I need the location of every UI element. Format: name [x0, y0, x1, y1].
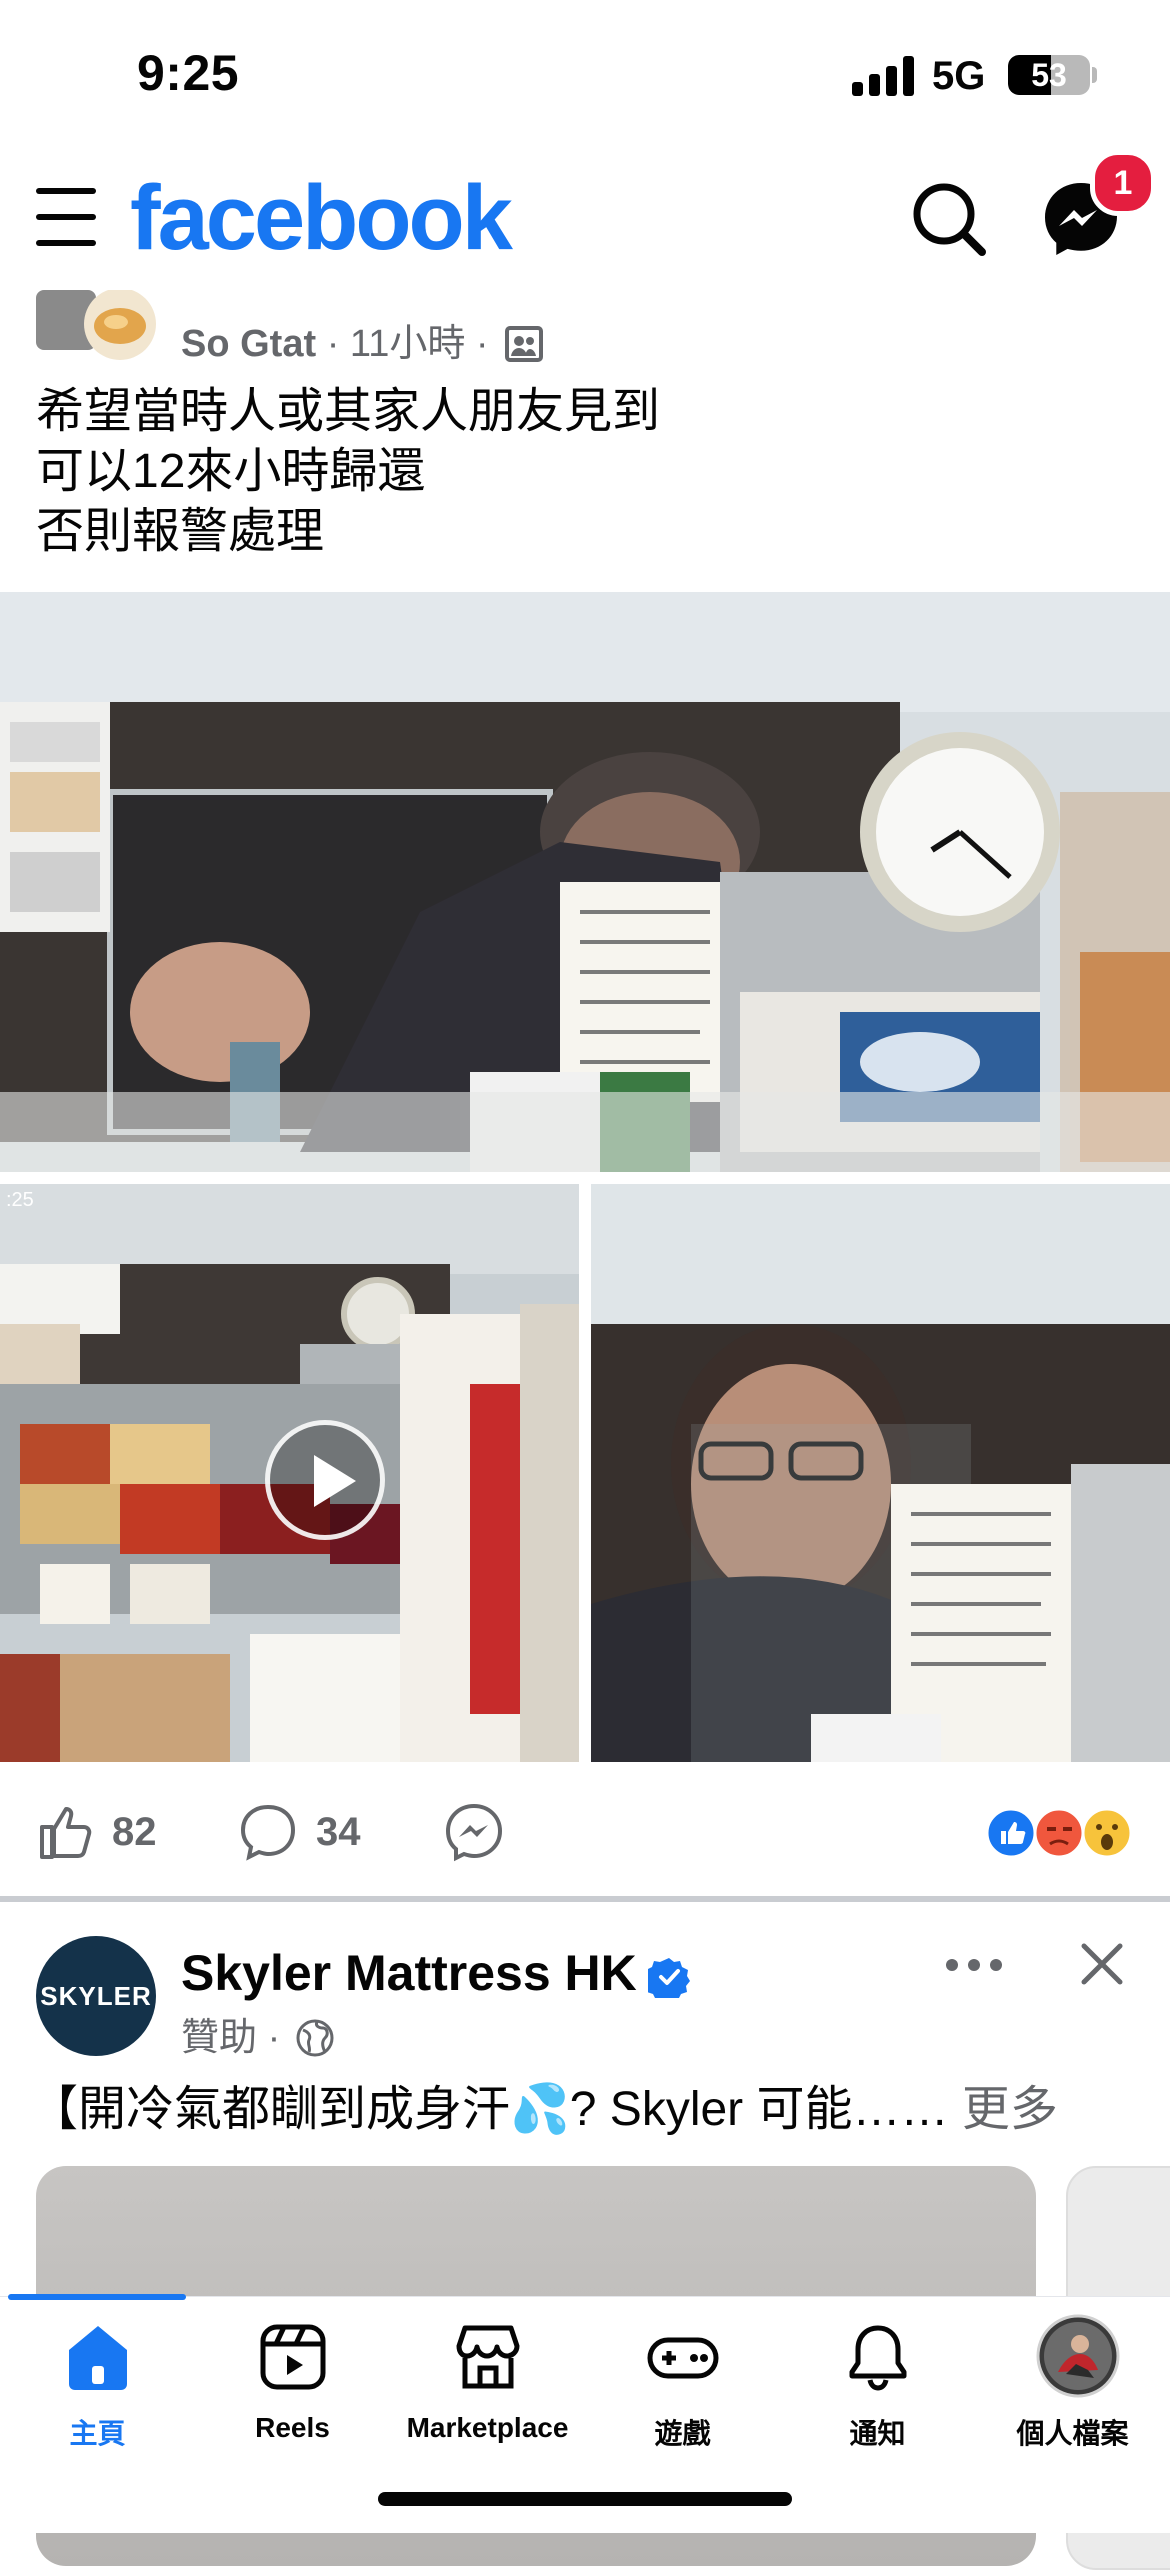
post-author[interactable]: So Gtat: [181, 323, 316, 365]
video-timestamp: :25: [6, 1189, 34, 1211]
profile-avatar: [1036, 2314, 1119, 2398]
nav-label: Reels: [255, 2412, 330, 2443]
comment-button[interactable]: 34: [238, 1800, 361, 1864]
see-more-link[interactable]: 更多: [962, 2083, 1058, 2136]
post-meta: So Gtat · 11小時 ·: [181, 312, 544, 367]
friends-audience-icon: [505, 326, 544, 362]
active-tab-indicator: [8, 2294, 186, 2300]
play-icon[interactable]: [265, 1420, 385, 1540]
facebook-logo[interactable]: facebook: [130, 168, 513, 268]
post-avatar[interactable]: [36, 290, 156, 360]
status-time: 9:25: [137, 45, 240, 101]
meta-separator: ·: [326, 323, 340, 365]
verified-badge-icon: [644, 1956, 690, 2003]
post-photo-main[interactable]: [0, 592, 1170, 1172]
sponsor-avatar[interactable]: SKYLER: [36, 1936, 156, 2056]
marketplace-icon: [451, 2320, 525, 2394]
messenger-badge: 1: [1090, 150, 1156, 216]
comment-icon: [240, 1804, 296, 1861]
more-options-icon[interactable]: [942, 1950, 1006, 1980]
menu-icon[interactable]: [36, 188, 96, 246]
search-icon[interactable]: [910, 180, 990, 260]
nav-profile[interactable]: 個人檔案: [975, 2314, 1170, 2452]
nav-gaming[interactable]: 遊戲: [585, 2320, 780, 2452]
comment-count: 34: [316, 1809, 361, 1854]
network-type: 5G: [932, 54, 986, 98]
reactions-summary[interactable]: [984, 1806, 1134, 1860]
nav-label: 通知: [849, 2418, 906, 2449]
cellular-signal-icon: [852, 56, 914, 96]
home-indicator: [378, 2492, 792, 2506]
feed-divider: [0, 1896, 1170, 1902]
sponsored-label: 贊助: [181, 2017, 258, 2059]
battery-icon: 53: [1008, 55, 1090, 95]
bell-icon: [841, 2320, 915, 2394]
nav-notifications[interactable]: 通知: [780, 2320, 975, 2452]
post-time[interactable]: 11小時: [350, 323, 465, 365]
gaming-icon: [646, 2320, 720, 2394]
nav-marketplace[interactable]: Marketplace: [390, 2320, 585, 2444]
send-messenger-button[interactable]: [444, 1800, 522, 1864]
like-button[interactable]: 82: [36, 1800, 157, 1864]
post-photo-third[interactable]: [591, 1184, 1170, 1762]
nav-label: Marketplace: [406, 2412, 569, 2443]
nav-label: 遊戲: [654, 2418, 711, 2449]
nav-label: 個人檔案: [1016, 2418, 1129, 2449]
post-text-line: 否則報警處理: [36, 505, 325, 558]
meta-separator: ·: [267, 2017, 281, 2059]
meta-separator: ·: [475, 323, 489, 365]
nav-label: 主頁: [69, 2418, 126, 2449]
post-text-line: 可以12來小時歸還: [36, 445, 426, 498]
post-text: 希望當時人或其家人朋友見到 可以12來小時歸還 否則報警處理: [36, 382, 660, 562]
messenger-send-icon: [445, 1803, 503, 1862]
battery-percent: 53: [1031, 57, 1067, 93]
post-text-line: 希望當時人或其家人朋友見到: [36, 385, 661, 438]
like-count: 82: [112, 1809, 157, 1854]
sponsored-text: 【開冷氣都瞓到成身汗💦? Skyler 可能…… 更多: [30, 2080, 1058, 2140]
nav-home[interactable]: 主頁: [0, 2320, 195, 2452]
sponsored-body: 【開冷氣都瞓到成身汗💦? Skyler 可能……: [30, 2083, 949, 2136]
nav-reels[interactable]: Reels: [195, 2320, 390, 2444]
close-icon[interactable]: [1078, 1940, 1126, 1988]
globe-icon: [295, 2018, 335, 2058]
like-icon: [40, 1807, 92, 1859]
sponsor-subtitle: 贊助 ·: [181, 2006, 335, 2061]
battery-tip: [1092, 67, 1097, 83]
sponsor-name[interactable]: Skyler Mattress HK: [181, 1944, 637, 2002]
reels-icon: [256, 2320, 330, 2394]
home-icon: [61, 2320, 135, 2394]
